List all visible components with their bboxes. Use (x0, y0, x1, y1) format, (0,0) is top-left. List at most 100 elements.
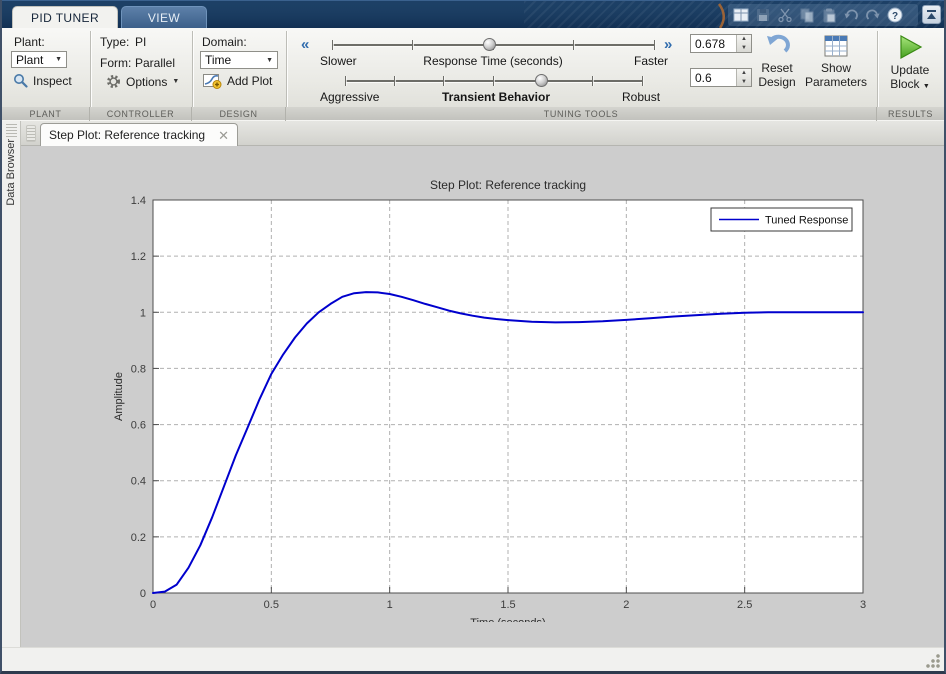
response-time-spinner[interactable]: 0.678 ▲ ▼ (690, 34, 752, 53)
help-icon[interactable]: ? (887, 7, 903, 23)
add-plot-button[interactable]: Add Plot (203, 73, 272, 89)
plant-dropdown-value: Plant (16, 52, 44, 67)
slider-left-label: Aggressive (320, 90, 380, 104)
plant-dropdown[interactable]: Plant ▼ (11, 51, 67, 68)
response-time-value: 0.678 (695, 37, 726, 51)
undo-arrow-icon (767, 34, 790, 53)
x-tick-label: 0 (150, 599, 156, 611)
svg-text:?: ? (892, 11, 898, 22)
spin-down-icon[interactable]: ▼ (737, 78, 751, 87)
toolstrip: Plant: Plant ▼ Inspect Type: PI Form: Pa… (2, 28, 944, 121)
section-separator (192, 31, 193, 107)
form-label: Form: (100, 56, 132, 70)
slider-right-label: Faster (634, 54, 669, 68)
step-plot-canvas: 0 0.5 1 1.5 2 2.5 3 0 0.2 0.4 0.6 0.8 1 1.2 1.4 Step Pl… (113, 178, 866, 629)
update-block-label: Update Block ▼ (890, 63, 930, 91)
data-browser-tab-label[interactable]: Data Browser (5, 139, 17, 206)
add-plot-label: Add Plot (227, 74, 273, 88)
reset-design-label: Reset Design (758, 61, 796, 89)
x-tick-label: 2.5 (737, 599, 752, 611)
y-tick-label: 0.6 (131, 420, 146, 432)
type-value: PI (135, 35, 147, 49)
domain-dropdown[interactable]: Time ▼ (200, 51, 278, 69)
chevron-down-icon: ▼ (55, 56, 62, 63)
tab-bar-grip[interactable] (26, 125, 36, 142)
x-axis-label: Time (seconds) (470, 617, 545, 622)
slider-knob[interactable] (535, 74, 549, 87)
form-value: Parallel (135, 56, 176, 70)
inspect-button[interactable]: Inspect (13, 73, 72, 88)
response-time-slider[interactable] (331, 38, 655, 52)
panel-grip[interactable] (6, 124, 17, 137)
add-plot-icon (203, 74, 222, 89)
transient-behavior-spinner[interactable]: 0.6 ▲ ▼ (690, 68, 752, 87)
domain-dropdown-value: Time (205, 53, 232, 67)
y-tick-label: 0.8 (131, 363, 146, 375)
tab-pid-tuner[interactable]: PID TUNER (12, 6, 118, 29)
show-parameters-button[interactable]: Show Parameters (802, 32, 870, 89)
slower-step-chevron[interactable]: « (301, 36, 309, 53)
spin-up-icon[interactable]: ▲ (737, 69, 751, 78)
slider-tick (653, 40, 655, 50)
slider-title: Response Time (seconds) (423, 54, 563, 68)
section-separator (877, 31, 878, 107)
paste-icon[interactable] (821, 7, 837, 23)
y-tick-label: 0 (140, 588, 146, 600)
tab-step-plot[interactable]: Step Plot: Reference tracking ✕ (40, 123, 238, 146)
y-tick-label: 1.2 (131, 251, 146, 263)
spinner-buttons[interactable]: ▲ ▼ (736, 35, 751, 52)
x-tick-label: 3 (860, 599, 866, 611)
reset-design-button[interactable]: Reset Design (752, 32, 802, 89)
slider-tick (443, 76, 445, 86)
resize-grip-icon[interactable] (925, 653, 940, 668)
slider-title: Transient Behavior (441, 90, 551, 104)
section-label-row: PLANT CONTROLLER DESIGN TUNING TOOLS RES… (2, 107, 944, 121)
section-label-design: DESIGN (192, 107, 286, 121)
plant-field-label: Plant: (14, 35, 45, 49)
minimize-toolstrip-icon (927, 10, 936, 19)
plot-title: Step Plot: Reference tracking (430, 178, 586, 192)
y-tick-label: 1 (140, 307, 146, 319)
tab-view[interactable]: VIEW (121, 6, 207, 29)
redo-icon[interactable] (865, 7, 881, 23)
type-label: Type: (100, 35, 130, 49)
x-tick-label: 1.5 (500, 599, 515, 611)
slider-right-label: Robust (622, 90, 661, 104)
cut-icon[interactable] (777, 7, 793, 23)
save-icon[interactable] (755, 7, 771, 23)
x-tick-label: 0.5 (264, 599, 279, 611)
slider-tick (412, 40, 413, 50)
layout-grid-icon[interactable] (733, 7, 749, 23)
undo-icon[interactable] (843, 7, 859, 23)
section-label-results: RESULTS (887, 109, 934, 119)
spin-down-icon[interactable]: ▼ (737, 44, 751, 53)
section-separator (286, 31, 287, 107)
update-block-play-icon (900, 34, 923, 60)
chevron-down-icon: ▼ (172, 78, 180, 85)
update-block-button[interactable]: Update Block ▼ (881, 32, 939, 94)
minimize-toolstrip-button[interactable] (922, 5, 941, 24)
y-tick-label: 0.4 (131, 476, 146, 488)
slider-tick (493, 76, 494, 86)
y-tick-label: 0.2 (131, 532, 146, 544)
document-area: Data Browser Step Plot: Reference tracki… (2, 121, 944, 647)
magnifier-icon (14, 74, 28, 88)
spin-up-icon[interactable]: ▲ (737, 35, 751, 44)
slider-tick (592, 76, 593, 86)
y-axis-label: Amplitude (113, 372, 125, 421)
close-icon[interactable]: ✕ (218, 129, 229, 142)
transient-behavior-slider[interactable] (344, 74, 643, 88)
slider-left-label: Slower (320, 54, 357, 68)
faster-step-chevron[interactable]: » (664, 36, 672, 53)
data-browser-collapsed-panel[interactable]: Data Browser (2, 121, 21, 647)
quick-access-toolbar: ? (728, 4, 918, 26)
slider-knob[interactable] (483, 38, 497, 51)
domain-label: Domain: (202, 35, 247, 49)
inspect-label: Inspect (33, 73, 72, 88)
legend-entry-label: Tuned Response (765, 215, 848, 227)
spinner-buttons[interactable]: ▲ ▼ (736, 69, 751, 86)
chevron-down-icon: ▼ (922, 83, 930, 90)
options-button[interactable]: Options ▼ (106, 74, 179, 89)
status-bar (2, 647, 944, 671)
copy-icon[interactable] (799, 7, 815, 23)
